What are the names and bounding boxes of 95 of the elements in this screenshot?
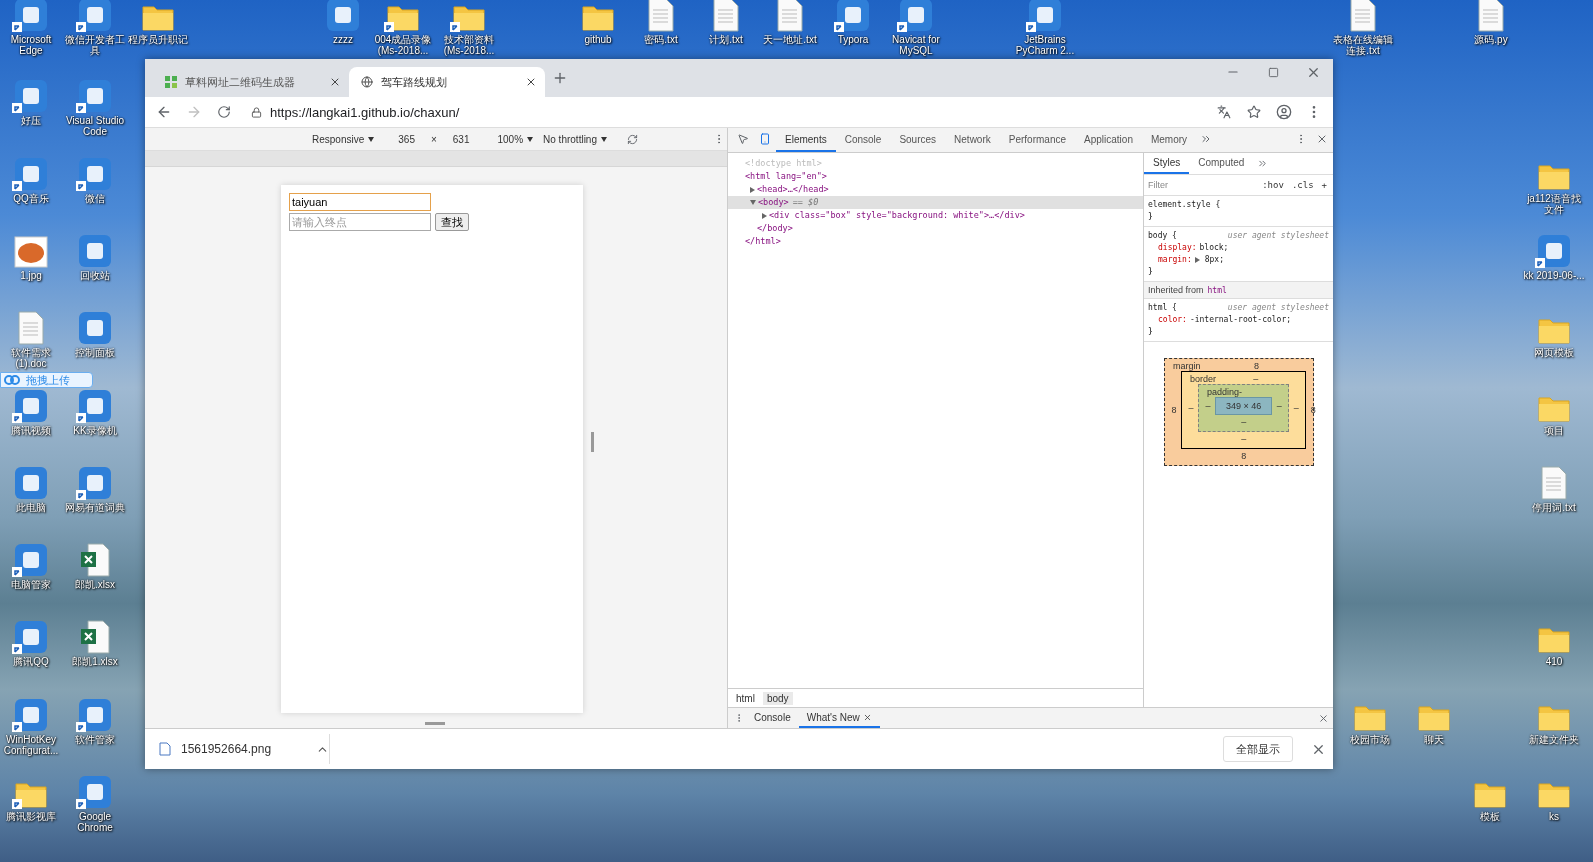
desktop-icon-label[interactable]: 技术部资料 (Ms-2018... [438, 34, 500, 56]
box-value: – [1241, 417, 1247, 427]
desktop-icon-label[interactable]: QQ音乐 [13, 192, 49, 204]
desktop-icon-label[interactable]: 郎凯.xlsx [75, 579, 115, 591]
box-value: – [1241, 434, 1247, 444]
desktop-icon-label[interactable]: 表格在线编辑连接.txt [1332, 34, 1394, 56]
devtools-tab[interactable]: Application [1075, 128, 1142, 152]
drawer-tab[interactable]: What's New [798, 708, 880, 728]
inherited-element[interactable]: html [1207, 285, 1227, 295]
desktop-icon-label[interactable]: ks [1549, 811, 1559, 822]
dom-node[interactable]: <body> == $0 [728, 196, 1143, 209]
devtools-tab[interactable]: Sources [890, 128, 946, 152]
desktop-icon-label[interactable]: JetBrains PyCharm 2... [1014, 34, 1076, 56]
desktop-icon-label[interactable]: Typora [837, 34, 869, 45]
desktop-icon-label[interactable]: 004成品录像 (Ms-2018... [372, 34, 434, 56]
search-button[interactable]: 查找 [435, 213, 469, 231]
css-rule: html { user agent stylesheet color: -internal-root-color; } [1144, 299, 1333, 342]
desktop-icon-label[interactable]: 1.jpg [20, 269, 42, 281]
content-box: 349 × 46 [1215, 397, 1273, 415]
desktop-icon-label[interactable]: 腾讯影视库 [6, 811, 56, 822]
box-value: 8 [1253, 361, 1259, 371]
box-value: 8 [1241, 451, 1247, 461]
end-input-field[interactable]: 请输入终点 [289, 213, 431, 231]
desktop-icon-label[interactable]: 源码.py [1474, 34, 1508, 45]
filter-toggle[interactable]: .cls [1289, 180, 1316, 190]
box-value: – [1293, 403, 1299, 413]
desktop-icon-label[interactable]: ja112语音找文件 [1523, 192, 1585, 215]
box-value: 8 [1171, 405, 1177, 415]
desktop-icon-label[interactable]: 微信 [85, 192, 105, 204]
dom-closing-tag: </html> [728, 235, 1143, 248]
filter-toggle[interactable]: + [1319, 180, 1329, 190]
dom-node[interactable]: <html lang="en"> [728, 170, 1143, 183]
box-label: margin [1173, 361, 1201, 371]
desktop-icon-label[interactable]: 天一地址.txt [763, 34, 817, 45]
start-input-field[interactable]: taiyuan [289, 193, 431, 211]
desktop-icon-label[interactable]: 410 [1545, 656, 1563, 668]
devtools-tab[interactable]: Network [945, 128, 1000, 152]
desktop-icon-label[interactable]: Visual Studio Code [64, 115, 126, 138]
desktop-icon-label[interactable]: zzzz [333, 34, 353, 45]
css-value[interactable]: block; [1199, 242, 1229, 254]
box-value: – [1205, 401, 1211, 411]
show-all-button[interactable]: 全部显示 [1223, 736, 1293, 762]
filter-toggle[interactable]: :hov [1260, 180, 1286, 190]
devtools-tab[interactable]: Memory [1141, 128, 1197, 152]
zoom-select[interactable]: 100% [497, 130, 534, 148]
desktop-icon-label[interactable]: 腾讯QQ [13, 656, 49, 668]
desktop-icon-label[interactable]: github [584, 34, 612, 45]
box-value: – [1188, 403, 1194, 413]
devtools-tab[interactable]: Performance [999, 128, 1075, 152]
device-select[interactable]: Responsive [312, 130, 375, 148]
box-value: – [1253, 374, 1259, 384]
desktop-icon-label[interactable]: kk 2019-06-... [1523, 269, 1585, 281]
devtools-tab[interactable]: Console [835, 128, 891, 152]
drawer-tab[interactable]: Console [746, 708, 799, 728]
desktop-icon-label[interactable]: 好压 [21, 115, 41, 127]
desktop-icon-label[interactable]: 聊天 [1424, 733, 1444, 745]
desktop-icon-label[interactable]: 郎凯1.xlsx [72, 656, 118, 668]
dom-closing-tag: </body> [728, 222, 1143, 235]
throttling-select[interactable]: No throttling [543, 130, 607, 148]
css-value[interactable]: -internal-root-color; [1189, 314, 1292, 326]
desktop-icon-label[interactable]: 密码.txt [644, 34, 678, 45]
browser-tab[interactable]: 草料网址二维码生成器 [153, 67, 349, 97]
css-rule: element.style { } [1144, 196, 1333, 227]
width-value[interactable]: 365 [398, 133, 415, 145]
styles-tab[interactable]: Styles [1144, 153, 1190, 174]
css-value[interactable]: 8px; [1204, 254, 1224, 266]
desktop-icon-label[interactable]: 微信开发者工具 [64, 34, 126, 56]
desktop-icon-label[interactable]: 程序员升职记 [128, 34, 188, 45]
box-value: – [1276, 401, 1282, 411]
dom-node[interactable]: <div class="box" style="background: white">…</div> [728, 209, 1143, 222]
breadcrumb[interactable]: body [762, 691, 793, 705]
desktop-icon-label[interactable]: Google Chrome [64, 811, 126, 833]
devtools-tab[interactable]: Elements [776, 128, 836, 152]
inherited-label: Inherited from [1148, 285, 1204, 295]
desktop-icon-label[interactable]: WinHotKey Configurat... [0, 733, 62, 756]
browser-tab[interactable]: 驾车路线规划 [349, 67, 545, 97]
desktop-icon-label[interactable]: 模板 [1480, 811, 1500, 822]
styles-tab[interactable]: Computed [1189, 153, 1254, 174]
download-file-name[interactable]: 1561952664.png [181, 742, 306, 756]
drag-upload-toast[interactable]: 拖拽上传 [0, 372, 93, 388]
desktop-icon-label[interactable]: Navicat for MySQL [885, 34, 947, 56]
desktop-icon-label[interactable]: 新建文件夹 [1529, 733, 1579, 745]
box-label: border [1190, 374, 1216, 384]
desktop-icon-label[interactable]: 电脑管家 [11, 579, 51, 591]
css-property[interactable]: margin: [1158, 254, 1192, 266]
desktop-icon-label[interactable]: Microsoft Edge [0, 34, 62, 56]
css-property[interactable]: color: [1158, 314, 1187, 326]
breadcrumb[interactable]: html [732, 691, 759, 705]
height-value[interactable]: 631 [452, 133, 470, 145]
box-label: padding- [1207, 387, 1243, 397]
times-sign: × [430, 133, 437, 145]
css-property[interactable]: display: [1158, 242, 1197, 254]
desktop-icon-label[interactable]: 计划.txt [709, 34, 743, 45]
desktop-icon-label[interactable]: 软件管家 [75, 733, 115, 745]
desktop-icon-label[interactable]: 校园市场 [1350, 733, 1390, 745]
